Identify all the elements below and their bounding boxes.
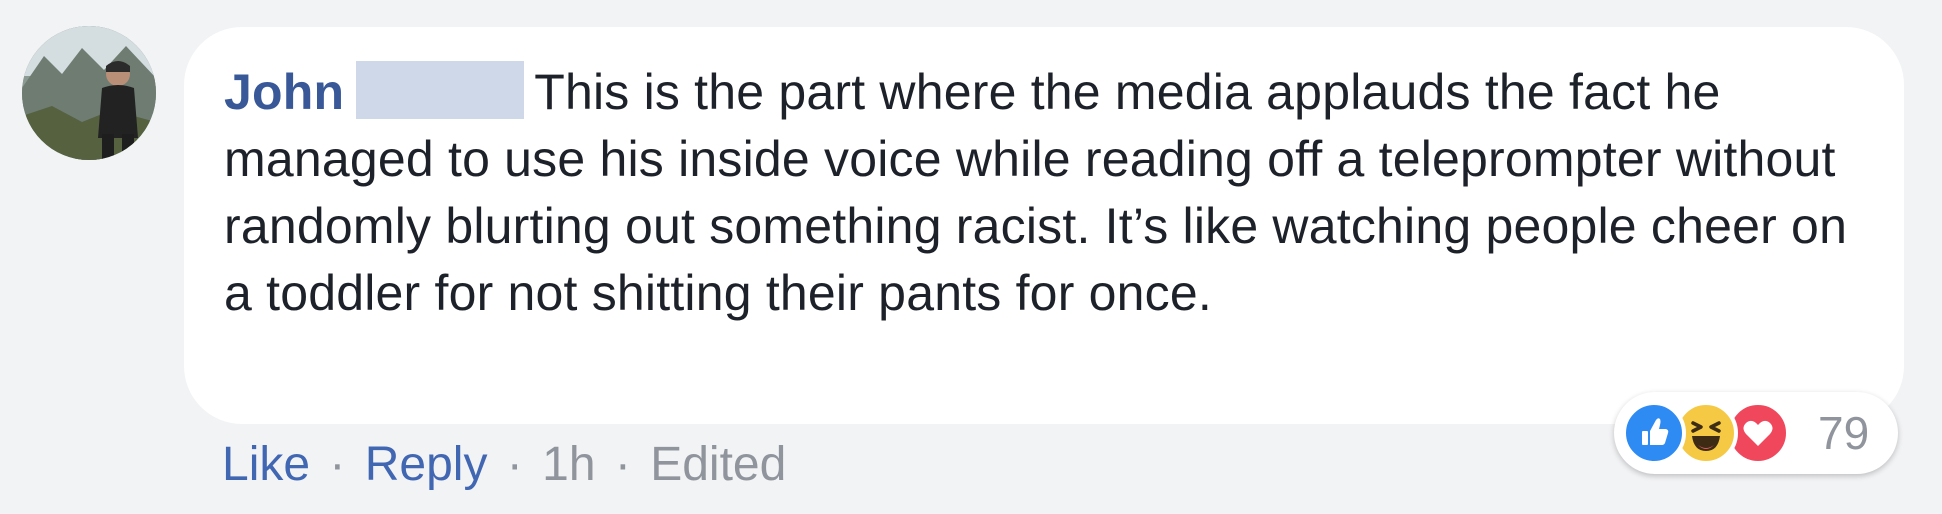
separator-dot: ·	[614, 438, 631, 491]
like-icon	[1622, 401, 1686, 465]
comment-body: John This is the part where the media app…	[224, 59, 1854, 327]
separator-dot: ·	[506, 438, 523, 491]
comment-actions: Like · Reply · 1h · Edited	[222, 435, 786, 495]
comment-bubble: John This is the part where the media app…	[184, 27, 1904, 424]
separator-dot: ·	[329, 438, 346, 491]
edited-label[interactable]: Edited	[650, 438, 786, 491]
comment-author-link[interactable]: John	[224, 64, 344, 120]
like-button[interactable]: Like	[222, 438, 310, 491]
reactions-summary[interactable]: 79	[1614, 392, 1898, 474]
reaction-count: 79	[1818, 407, 1870, 459]
reply-button[interactable]: Reply	[365, 438, 488, 491]
avatar[interactable]	[22, 26, 156, 160]
redacted-name	[356, 61, 525, 119]
comment-timestamp[interactable]: 1h	[542, 438, 595, 491]
